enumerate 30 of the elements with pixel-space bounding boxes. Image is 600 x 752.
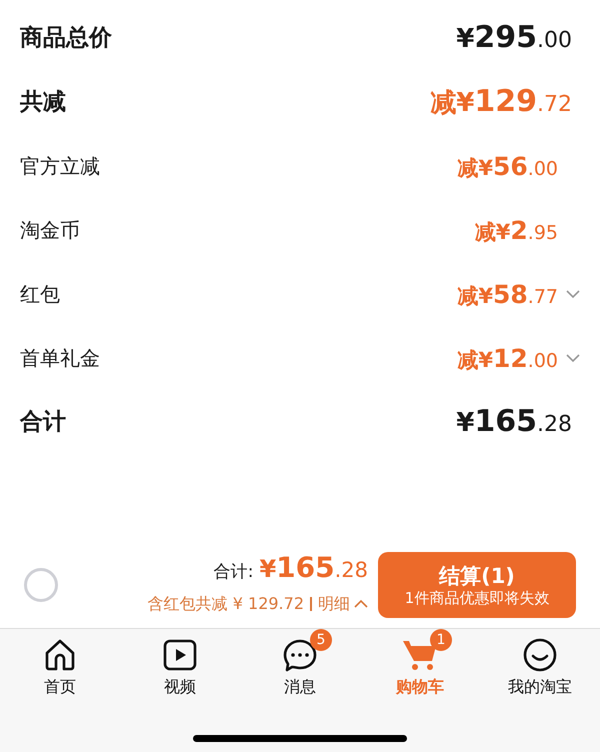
amount: 减¥56.00 [457, 154, 558, 178]
savings-text: 含红包共减 ¥ 129.72 [148, 592, 304, 615]
row-label: 官方立减 [20, 153, 100, 180]
chat-icon [282, 637, 318, 673]
play-icon [162, 637, 198, 673]
tab-bar-item[interactable]: 视频 [120, 629, 240, 701]
amount: ¥165.28 [456, 407, 572, 437]
row-label: 合计 [20, 408, 66, 437]
row-label: 首单礼金 [20, 345, 100, 372]
row-label: 商品总价 [20, 24, 112, 53]
tab-bar-item[interactable]: 首页 [0, 629, 120, 701]
amount: 减¥58.77 [457, 282, 558, 306]
tab-bar-item[interactable]: 5 消息 [240, 629, 360, 701]
row-label: 红包 [20, 281, 60, 308]
amount: 减¥129.72 [430, 87, 572, 117]
caret-up-icon [354, 599, 368, 608]
select-all-checkbox[interactable] [24, 568, 58, 602]
amount: ¥295.00 [456, 23, 572, 53]
notification-badge: 5 [310, 629, 332, 651]
amount: 减¥2.95 [474, 218, 558, 242]
row-label: 淘金币 [20, 217, 80, 244]
smile-icon [522, 637, 558, 673]
row-label: 共减 [20, 88, 66, 117]
tab-bar-item[interactable]: 我的淘宝 [480, 629, 600, 701]
total-amount: ¥165.28 [259, 554, 368, 582]
notification-badge: 1 [430, 629, 452, 651]
chevron-down-icon [566, 290, 580, 298]
chevron-down-icon [566, 354, 580, 362]
amount: 减¥12.00 [457, 346, 558, 370]
total-label: 合计: [214, 561, 254, 584]
